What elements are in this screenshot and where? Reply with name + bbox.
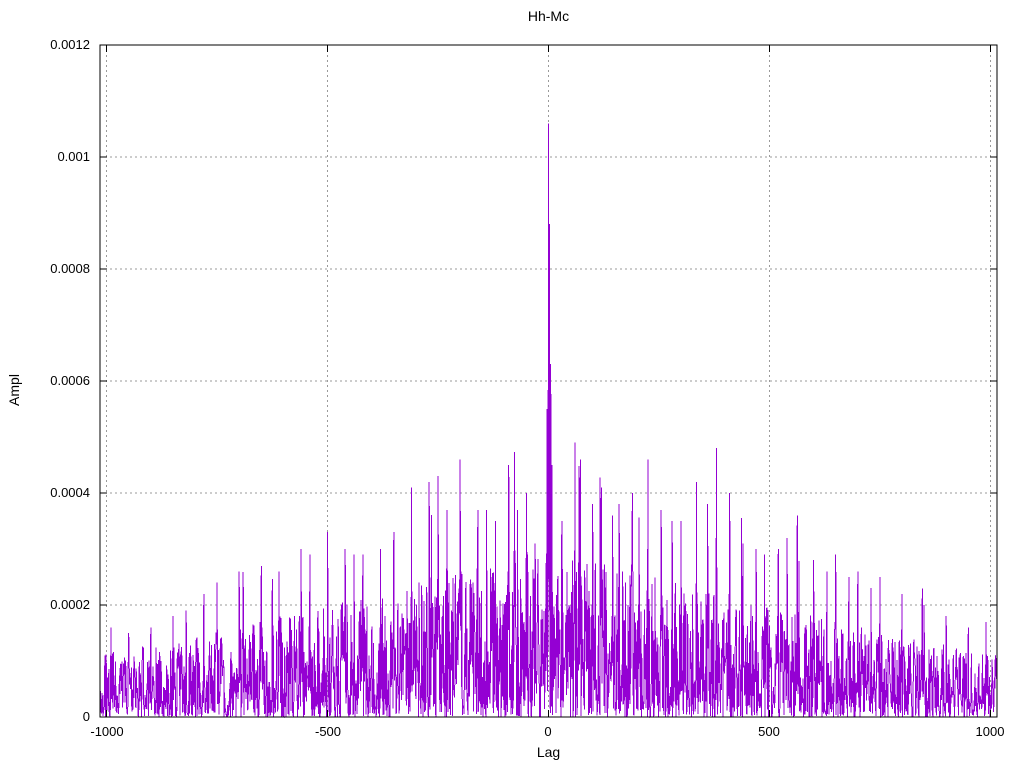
x-tick-label-1: -500 [314, 724, 342, 739]
x-tick-label-0: -1000 [90, 724, 124, 739]
x-tick-label-3: 500 [758, 724, 780, 739]
chart-title: Hh-Mc [527, 8, 570, 24]
y-tick-label-2: 0.0004 [50, 485, 90, 500]
y-axis-label: Ampl [6, 374, 22, 406]
data-series-line [99, 123, 998, 719]
plot-area [99, 44, 998, 719]
x-axis-label: Lag [536, 744, 561, 760]
x-tick-label-2: 0 [544, 724, 552, 739]
y-tick-label-0: 0 [82, 709, 90, 724]
y-tick-label-3: 0.0006 [50, 373, 90, 388]
y-tick-label-4: 0.0008 [50, 261, 90, 276]
y-tick-label-5: 0.001 [57, 149, 90, 164]
chart: Hh-Mc Ampl Lag 0 0.0002 0.0004 0.0006 0.… [0, 0, 1024, 768]
y-tick-label-6: 0.0012 [50, 37, 90, 52]
x-tick-label-4: 1000 [975, 724, 1005, 739]
y-tick-label-1: 0.0002 [50, 597, 90, 612]
